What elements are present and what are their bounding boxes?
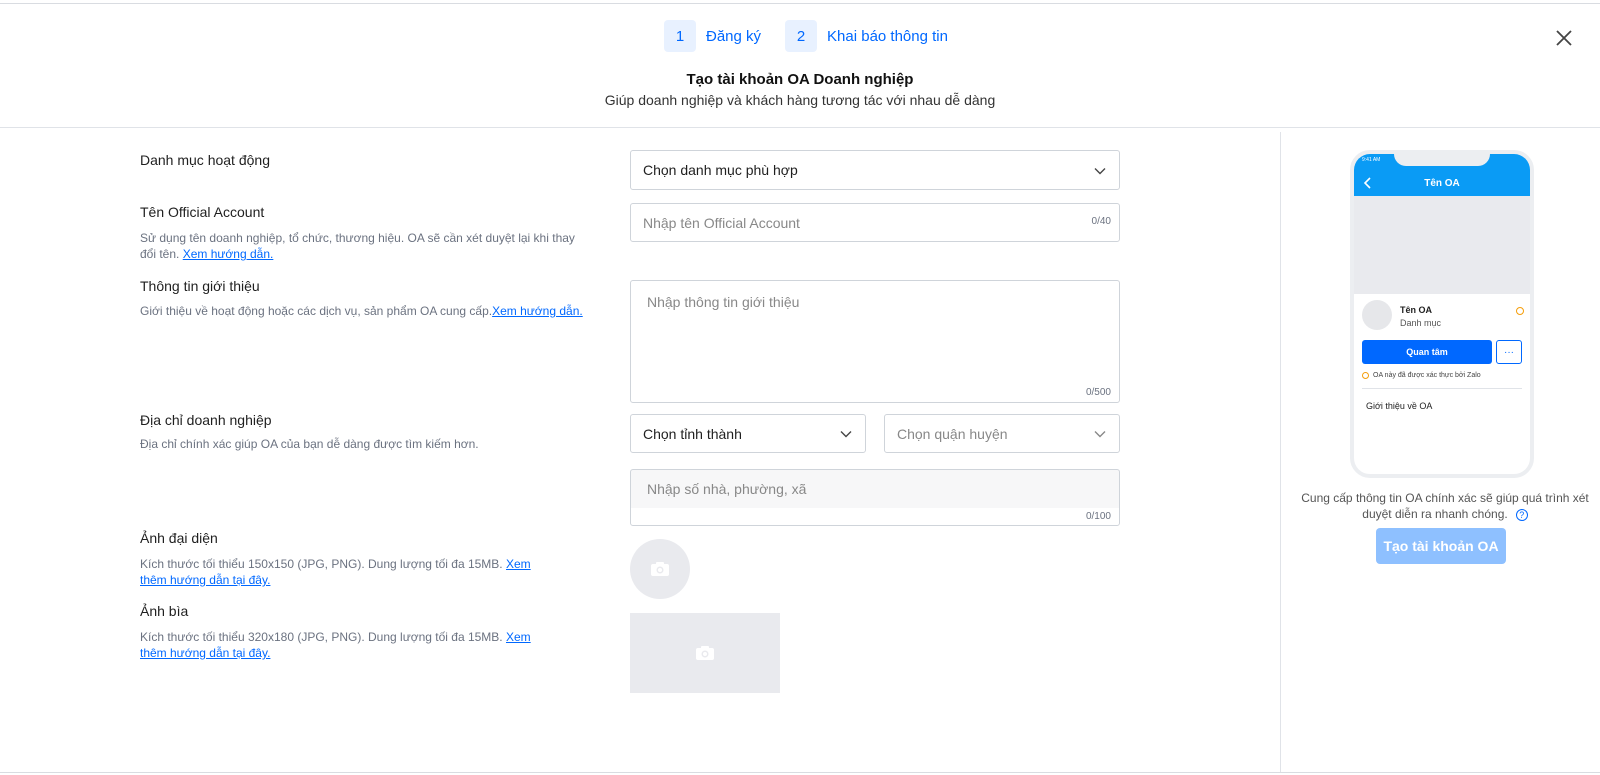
phone-oa-name: Tên OA <box>1400 305 1433 315</box>
stepper: 1 Đăng ký 2 Khai báo thông tin <box>664 20 972 52</box>
intro-guide-link[interactable]: Xem hướng dẫn. <box>492 304 583 318</box>
oa-name-label: Tên Official Account <box>140 204 265 220</box>
close-button[interactable] <box>1552 26 1576 50</box>
step-info[interactable]: 2 Khai báo thông tin <box>785 20 948 52</box>
address-hint: Địa chỉ chính xác giúp OA của bạn dễ dàn… <box>140 437 479 451</box>
camera-icon <box>696 646 714 660</box>
verified-icon <box>1362 372 1369 379</box>
street-placeholder: Nhập số nhà, phường, xã <box>647 481 807 497</box>
province-select[interactable]: Chọn tỉnh thành <box>630 414 866 453</box>
district-placeholder: Chọn quận huyện <box>897 426 1008 442</box>
chevron-down-icon <box>840 431 852 438</box>
intro-hint: Giới thiệu về hoạt động hoặc các dịch vụ… <box>140 303 620 319</box>
cover-label: Ảnh bìa <box>140 603 189 619</box>
chevron-down-icon <box>1094 168 1106 175</box>
intro-label: Thông tin giới thiệu <box>140 278 260 294</box>
address-label: Địa chỉ doanh nghiệp <box>140 412 272 428</box>
phone-divider <box>1362 388 1522 389</box>
phone-verified-row: OA này đã được xác thực bởi Zalo <box>1362 372 1522 379</box>
category-value: Chọn danh mục phù hợp <box>643 162 798 178</box>
step-register[interactable]: 1 Đăng ký <box>664 20 761 52</box>
intro-placeholder: Nhập thông tin giới thiệu <box>647 294 800 310</box>
oa-name-hint: Sử dụng tên doanh nghiệp, tổ chức, thươn… <box>140 230 580 262</box>
create-oa-button[interactable]: Tạo tài khoản OA <box>1376 528 1506 564</box>
preview-note: Cung cấp thông tin OA chính xác sẽ giúp … <box>1300 490 1590 522</box>
chevron-down-icon <box>1094 431 1106 438</box>
camera-icon <box>651 562 669 576</box>
phone-more-button: ··· <box>1496 340 1522 364</box>
preview-note-text: Cung cấp thông tin OA chính xác sẽ giúp … <box>1301 491 1589 521</box>
bottom-border <box>0 772 1600 773</box>
phone-follow-button: Quan tâm <box>1362 340 1492 364</box>
step-number: 2 <box>785 20 818 52</box>
intro-hint-text: Giới thiệu về hoạt động hoặc các dịch vụ… <box>140 304 493 318</box>
oa-name-input[interactable]: Nhập tên Official Account 0/40 <box>630 203 1120 242</box>
close-icon <box>1556 30 1572 46</box>
phone-notch <box>1394 154 1490 166</box>
step-number: 1 <box>664 20 696 52</box>
category-select[interactable]: Chọn danh mục phù hợp <box>630 150 1120 190</box>
avatar-hint-text: Kích thước tối thiểu 150x150 (JPG, PNG).… <box>140 557 503 571</box>
street-input[interactable]: Nhập số nhà, phường, xã 0/100 <box>630 469 1120 526</box>
phone-about-label: Giới thiệu về OA <box>1366 401 1433 411</box>
province-value: Chọn tỉnh thành <box>643 426 742 442</box>
intro-textarea[interactable]: Nhập thông tin giới thiệu 0/500 <box>630 280 1120 403</box>
page-subtitle: Giúp doanh nghiệp và khách hàng tương tá… <box>604 92 996 108</box>
phone-cover-image <box>1354 196 1530 294</box>
avatar-hint: Kích thước tối thiểu 150x150 (JPG, PNG).… <box>140 556 560 588</box>
oa-name-placeholder: Nhập tên Official Account <box>643 215 800 231</box>
district-select[interactable]: Chọn quận huyện <box>884 414 1120 453</box>
step-label: Đăng ký <box>706 27 762 45</box>
intro-counter: 0/500 <box>1085 387 1111 398</box>
street-counter: 0/100 <box>1085 511 1111 522</box>
page-header: 1 Đăng ký 2 Khai báo thông tin Tạo tài k… <box>0 4 1600 128</box>
phone-avatar <box>1362 300 1392 330</box>
status-time: 9:41 AM <box>1362 157 1381 163</box>
phone-nav-bar: Tên OA <box>1354 170 1530 196</box>
avatar-upload[interactable] <box>630 539 690 599</box>
oa-name-counter: 0/40 <box>1091 216 1111 227</box>
avatar-label: Ảnh đại diện <box>140 530 218 546</box>
help-icon[interactable]: ? <box>1515 508 1528 521</box>
panel-divider <box>1280 132 1281 772</box>
step-label: Khai báo thông tin <box>827 27 948 45</box>
cover-hint: Kích thước tối thiểu 320x180 (JPG, PNG).… <box>140 629 560 661</box>
back-arrow-icon <box>1363 177 1371 189</box>
phone-nav-title: Tên OA <box>1424 177 1460 189</box>
oa-name-guide-link[interactable]: Xem hướng dẫn. <box>183 247 274 261</box>
category-label: Danh mục hoạt động <box>140 152 270 168</box>
verified-badge-icon <box>1516 307 1524 315</box>
cover-upload[interactable] <box>630 613 780 693</box>
cover-hint-text: Kích thước tối thiểu 320x180 (JPG, PNG).… <box>140 630 503 644</box>
page-title: Tạo tài khoản OA Doanh nghiệp <box>686 71 914 88</box>
phone-verified-text: OA này đã được xác thực bởi Zalo <box>1373 372 1481 379</box>
phone-oa-category: Danh mục <box>1400 318 1442 328</box>
phone-preview: 9:41 AM Tên OA Tên OA Danh mục Quan tâm … <box>1350 150 1534 478</box>
oa-form: Danh mục hoạt động Chọn danh mục phù hợp… <box>0 129 1280 772</box>
